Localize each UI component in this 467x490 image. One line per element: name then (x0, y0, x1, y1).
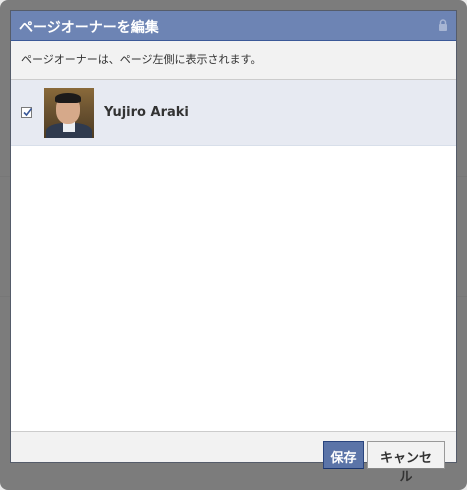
cancel-button[interactable]: キャンセル (367, 441, 445, 485)
edit-page-owner-dialog: ページオーナーを編集 ページオーナーは、ページ左側に表示されます。 Yujiro… (10, 10, 457, 463)
save-button[interactable]: 保存 (323, 441, 364, 469)
owner-name[interactable]: Yujiro Araki (104, 105, 189, 120)
dialog-overlay-frame: ページオーナーを編集 ページオーナーは、ページ左側に表示されます。 Yujiro… (0, 0, 467, 490)
dialog-titlebar: ページオーナーを編集 (11, 11, 456, 41)
lock-icon (439, 19, 447, 31)
dialog-title: ページオーナーを編集 (19, 20, 159, 36)
dialog-description: ページオーナーは、ページ左側に表示されます。 (11, 41, 456, 80)
owner-checkbox[interactable] (21, 107, 33, 118)
avatar-hair (55, 93, 81, 103)
owner-avatar (44, 88, 94, 138)
checkmark-icon (23, 108, 33, 117)
owner-list-item[interactable]: Yujiro Araki (11, 80, 456, 146)
